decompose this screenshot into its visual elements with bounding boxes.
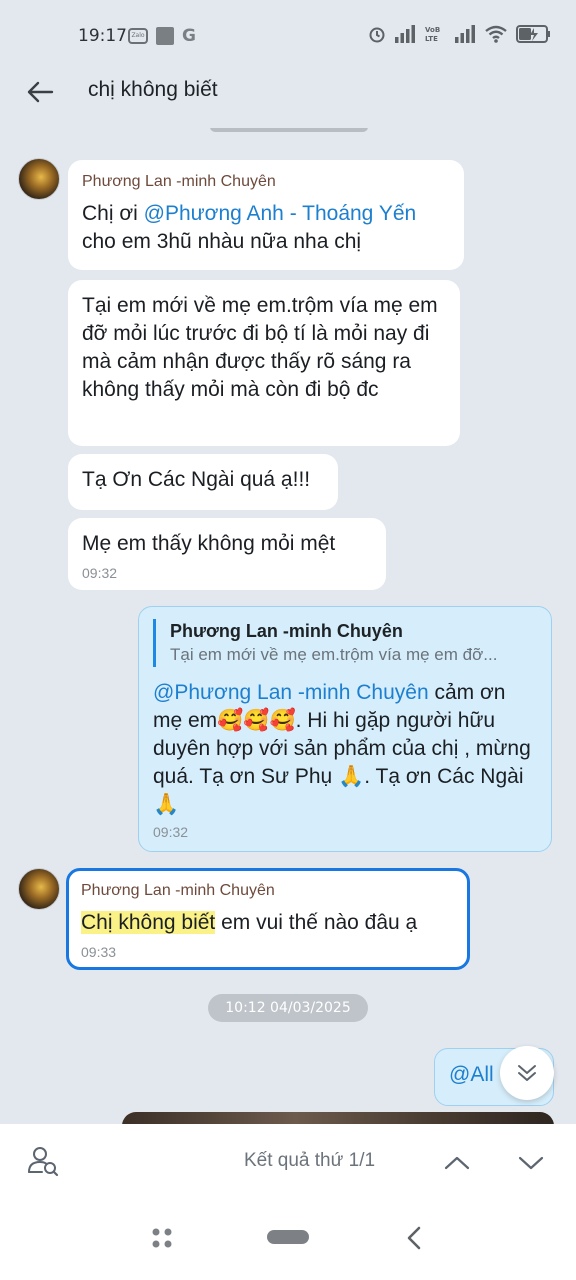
message-text: Chị không biết em vui thế nào đâu ạ (81, 911, 418, 934)
result-count: Kết quả thứ 1/1 (244, 1150, 376, 1171)
scroll-handle[interactable] (210, 128, 368, 132)
wifi-icon (485, 25, 507, 43)
mention-all[interactable]: @All (449, 1063, 494, 1086)
apps-grid-icon (152, 1228, 172, 1248)
volte-lte-icon: VoB LTE (425, 26, 440, 43)
search-result-message[interactable]: Phương Lan -minh Chuyên Chị không biết e… (66, 868, 470, 970)
system-navigation-bar (0, 1200, 576, 1280)
message-bubble[interactable]: Phương Lan -minh Chuyên Chị ơi @Phương A… (68, 160, 464, 270)
double-chevron-down-icon (518, 1065, 536, 1081)
message-time: 09:32 (153, 824, 189, 840)
search-person-icon (28, 1147, 59, 1177)
message-time: 09:32 (82, 565, 118, 581)
signal-icon (395, 25, 415, 43)
scroll-to-bottom-button[interactable] (500, 1046, 554, 1100)
message-text: Tạ Ơn Các Ngài quá ạ!!! (82, 468, 311, 491)
avatar[interactable] (18, 158, 60, 200)
signal-2-icon (455, 25, 475, 43)
google-icon: G (182, 26, 196, 46)
reply-quote[interactable]: Phương Lan -minh Chuyên Tại em mới về mẹ… (153, 619, 537, 667)
message-time: 09:33 (81, 944, 117, 960)
home-button[interactable] (267, 1230, 309, 1244)
mention-link[interactable]: @Phương Lan -minh Chuyên (153, 681, 429, 704)
chevron-down-icon (518, 1156, 544, 1170)
search-highlight: Chị không biết (81, 911, 216, 934)
message-text: @Phương Lan -minh Chuyên cảm ơn mẹ em🥰🥰🥰… (153, 681, 531, 816)
chat-area[interactable]: Phương Lan -minh Chuyên Chị ơi @Phương A… (0, 128, 576, 1124)
zalo-icon: Zalo (128, 28, 148, 44)
mention-link[interactable]: @Phương Anh - Thoáng Yến (144, 202, 417, 225)
status-right-icons: VoB LTE (368, 24, 552, 44)
battery-charging-icon (516, 25, 550, 43)
date-separator: 10:12 04/03/2025 (208, 994, 368, 1022)
arrow-left-icon (27, 81, 54, 103)
message-bubble[interactable]: Tại em mới về mẹ em.trộm vía mẹ em đỡ mỏ… (68, 280, 460, 446)
quote-snippet: Tại em mới về mẹ em.trộm vía mẹ em đỡ... (170, 645, 498, 664)
quote-sender: Phương Lan -minh Chuyên (170, 621, 403, 641)
sender-name: Phương Lan -minh Chuyên (81, 882, 275, 899)
recent-apps-button[interactable] (150, 1226, 174, 1250)
alarm-icon (369, 27, 385, 43)
svg-text:LTE: LTE (425, 35, 438, 43)
avatar[interactable] (18, 868, 60, 910)
svg-text:VoB: VoB (425, 26, 440, 34)
status-bar: 19:17 Zalo G VoB LTE (0, 0, 576, 56)
search-person-button[interactable] (26, 1144, 60, 1178)
status-left-icons: Zalo G (128, 27, 196, 45)
search-result-bar: Kết quả thứ 1/1 (0, 1124, 576, 1200)
image-square-icon (156, 27, 174, 45)
message-text: Chị ơi @Phương Anh - Thoáng Yến cho em 3… (82, 202, 417, 253)
chevron-left-icon (407, 1226, 421, 1250)
sender-name: Phương Lan -minh Chuyên (82, 173, 276, 190)
search-query[interactable]: chị không biết (88, 78, 218, 102)
chevron-up-icon (444, 1156, 470, 1170)
previous-result-button[interactable] (440, 1146, 474, 1180)
search-header: chị không biết (0, 56, 576, 128)
message-bubble[interactable]: Mẹ em thấy không mỏi mệt 09:32 (68, 518, 386, 590)
message-text: Tại em mới về mẹ em.trộm vía mẹ em đỡ mỏ… (82, 294, 438, 401)
message-bubble[interactable]: Tạ Ơn Các Ngài quá ạ!!! (68, 454, 338, 510)
sent-message-bubble[interactable]: Phương Lan -minh Chuyên Tại em mới về mẹ… (138, 606, 552, 852)
back-button[interactable] (20, 72, 60, 112)
image-message-preview[interactable] (122, 1112, 554, 1124)
status-time: 19:17 (78, 26, 127, 46)
next-result-button[interactable] (514, 1146, 548, 1180)
system-back-button[interactable] (402, 1224, 426, 1252)
message-text: Mẹ em thấy không mỏi mệt (82, 532, 336, 555)
